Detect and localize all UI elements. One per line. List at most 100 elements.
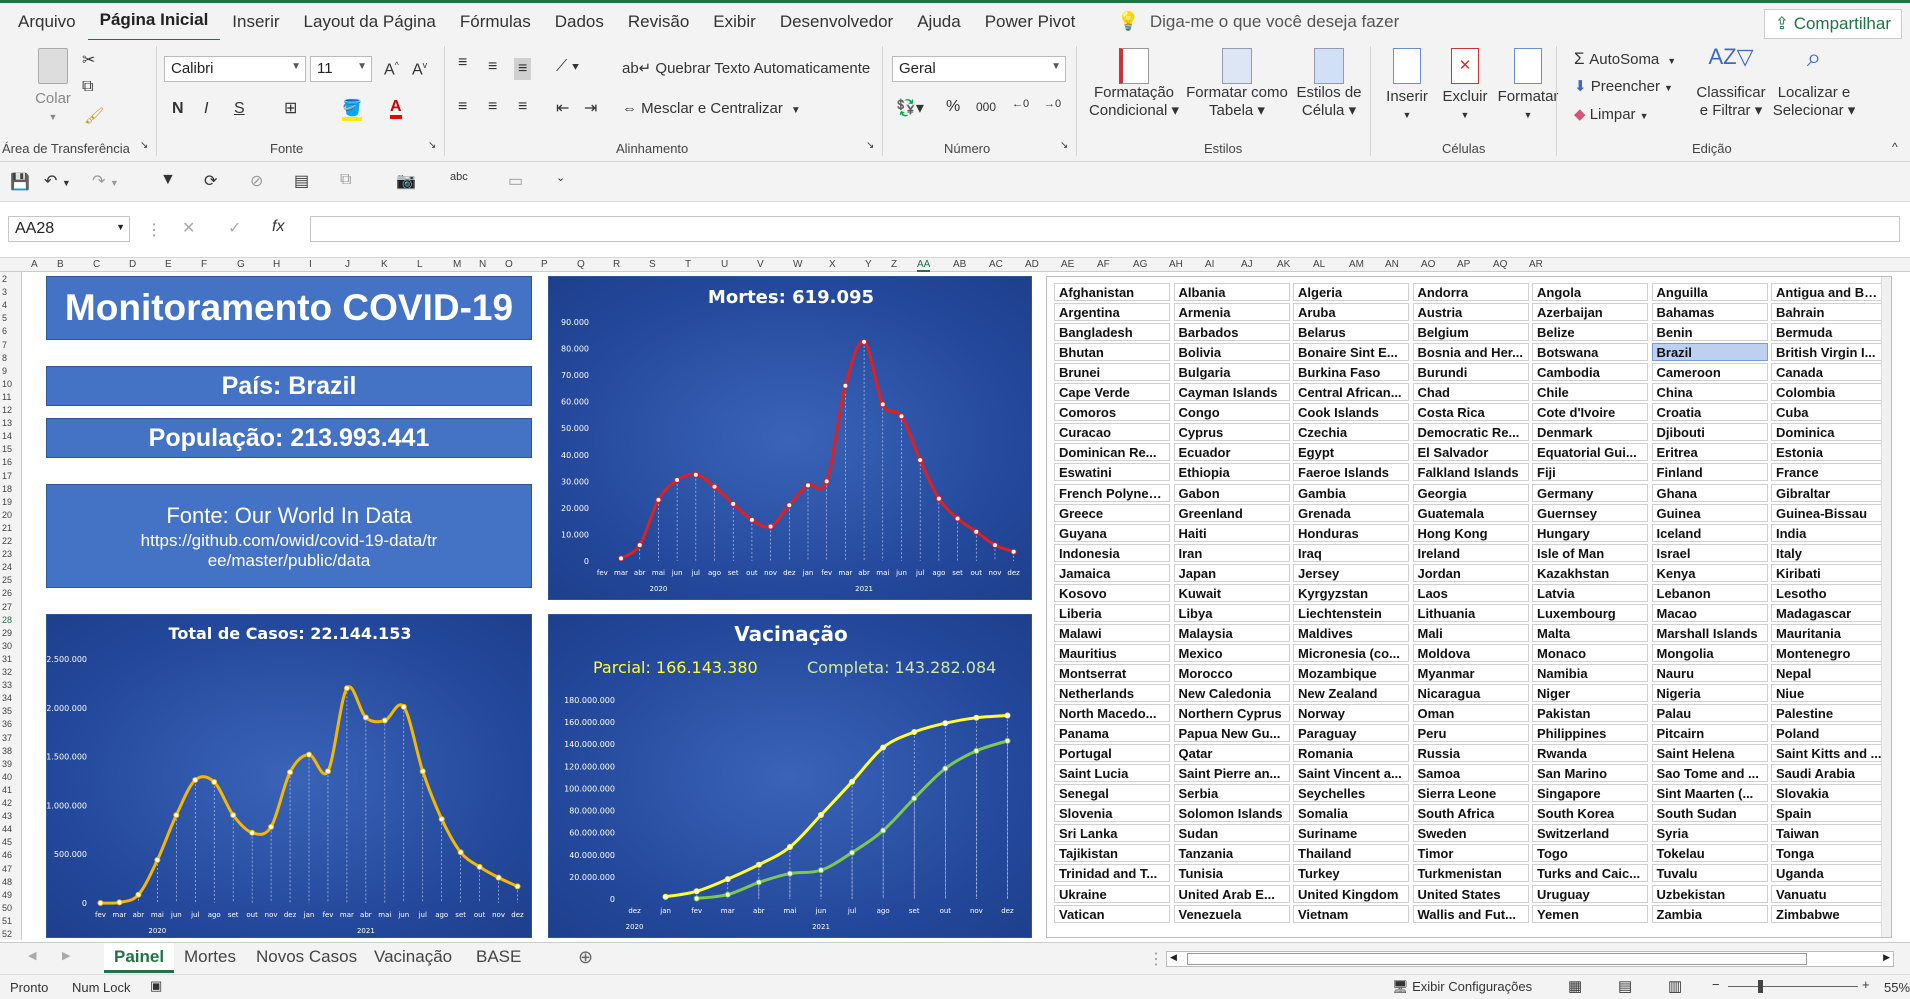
country-button[interactable]: Chad — [1412, 383, 1529, 402]
country-button[interactable]: Yemen — [1532, 904, 1648, 923]
borders-icon[interactable]: ⊞ — [284, 98, 297, 118]
country-button[interactable]: Saint Kitts and ... — [1771, 744, 1887, 763]
country-button[interactable]: United States — [1412, 884, 1529, 903]
row-header[interactable]: 19 — [2, 497, 12, 507]
country-button[interactable]: Switzerland — [1532, 824, 1648, 843]
row-header[interactable]: 21 — [2, 523, 12, 533]
country-button[interactable]: Bahamas — [1651, 303, 1768, 322]
country-button[interactable]: Philippines — [1532, 724, 1648, 743]
country-button[interactable]: Portugal — [1054, 744, 1170, 763]
country-button[interactable]: Iceland — [1651, 523, 1768, 542]
row-header[interactable]: 4 — [2, 300, 7, 310]
country-button[interactable]: Micronesia (co... — [1293, 643, 1409, 662]
sort-filter-button[interactable]: AZ▽ Classificar e Filtrar ▾ — [1696, 46, 1766, 120]
country-button[interactable]: Israel — [1651, 543, 1768, 562]
menu-item[interactable]: Inserir — [220, 2, 291, 42]
country-button[interactable]: Estonia — [1771, 443, 1887, 462]
column-header[interactable]: L — [417, 259, 423, 270]
country-button[interactable]: Belize — [1532, 323, 1648, 342]
row-header[interactable]: 6 — [2, 326, 7, 336]
column-header[interactable]: C — [93, 259, 100, 270]
country-button[interactable]: Panama — [1054, 724, 1170, 743]
country-button[interactable]: Tajikistan — [1054, 844, 1170, 863]
country-button[interactable]: Bulgaria — [1173, 363, 1290, 382]
country-button[interactable]: Seychelles — [1293, 784, 1409, 803]
column-header[interactable]: AG — [1133, 259, 1147, 270]
row-header[interactable]: 23 — [2, 549, 12, 559]
country-button[interactable]: Mauritania — [1771, 623, 1887, 642]
country-button[interactable]: Costa Rica — [1412, 403, 1529, 422]
dialog-launcher-icon[interactable]: ↘ — [428, 140, 436, 151]
country-button[interactable]: Jordan — [1412, 563, 1529, 582]
font-color-icon[interactable]: A — [390, 98, 402, 119]
zoom-slider-handle[interactable] — [1758, 980, 1763, 993]
dialog-launcher-icon[interactable]: ↘ — [1060, 140, 1068, 151]
country-button[interactable]: Mexico — [1173, 643, 1290, 662]
country-button[interactable]: Denmark — [1532, 423, 1648, 442]
row-header[interactable]: 22 — [2, 536, 12, 546]
country-button[interactable]: Liberia — [1054, 603, 1170, 622]
find-select-button[interactable]: ⌕ Localizar e Selecionar ▾ — [1770, 44, 1858, 120]
country-button[interactable]: Saint Lucia — [1054, 764, 1170, 783]
column-header[interactable]: B — [57, 259, 64, 270]
country-button[interactable]: Georgia — [1412, 483, 1529, 502]
country-button[interactable]: Hong Kong — [1412, 523, 1529, 542]
horizontal-scrollbar[interactable]: ◀ ▶ — [1166, 951, 1894, 967]
column-header[interactable]: X — [829, 259, 836, 270]
row-header[interactable]: 10 — [2, 379, 12, 389]
row-header[interactable]: 46 — [2, 850, 12, 860]
row-header[interactable]: 27 — [2, 602, 12, 612]
row-header[interactable]: 16 — [2, 457, 12, 467]
country-button[interactable]: Botswana — [1532, 343, 1648, 362]
row-header[interactable]: 40 — [2, 772, 12, 782]
country-button[interactable]: Samoa — [1412, 764, 1529, 783]
country-button[interactable]: Romania — [1293, 744, 1409, 763]
country-button[interactable]: Sri Lanka — [1054, 824, 1170, 843]
formula-input[interactable] — [310, 216, 1900, 242]
country-button[interactable]: Grenada — [1293, 503, 1409, 522]
column-header[interactable]: T — [685, 259, 691, 270]
country-button[interactable]: Namibia — [1532, 663, 1648, 682]
thousands-icon[interactable]: 000 — [976, 100, 996, 114]
country-button[interactable]: Iraq — [1293, 543, 1409, 562]
menu-item[interactable]: Revisão — [616, 2, 701, 42]
country-button[interactable]: Turks and Caic... — [1532, 864, 1648, 883]
country-button[interactable]: Tuvalu — [1651, 864, 1768, 883]
country-button[interactable]: Ethiopia — [1173, 463, 1290, 482]
column-header[interactable]: A — [31, 259, 38, 270]
merge-center-button[interactable]: ⇔ Mesclar e Centralizar ▼ — [622, 100, 801, 120]
country-button[interactable]: Sao Tome and ... — [1651, 764, 1768, 783]
country-button[interactable]: Kiribati — [1771, 563, 1887, 582]
normal-view-icon[interactable]: ▦ — [1568, 977, 1582, 995]
column-header[interactable]: J — [345, 259, 350, 270]
row-header[interactable]: 34 — [2, 693, 12, 703]
format-cells-button[interactable]: Formatar ▼ — [1496, 48, 1560, 124]
country-button[interactable]: Bhutan — [1054, 343, 1170, 362]
country-button[interactable]: Saint Helena — [1651, 744, 1768, 763]
country-button[interactable]: Serbia — [1173, 784, 1290, 803]
sheet-tab[interactable]: Painel — [104, 943, 175, 973]
country-button[interactable]: Jamaica — [1054, 563, 1170, 582]
country-button[interactable]: Macao — [1651, 603, 1768, 622]
country-button[interactable]: Czechia — [1293, 423, 1409, 442]
country-button[interactable]: Turkey — [1293, 864, 1409, 883]
increase-indent-icon[interactable]: ⇥ — [584, 98, 597, 118]
country-button[interactable]: Tokelau — [1651, 844, 1768, 863]
country-button[interactable]: Afghanistan — [1054, 283, 1170, 301]
country-button[interactable]: Spain — [1771, 804, 1887, 823]
row-header[interactable]: 14 — [2, 431, 12, 441]
zoom-slider[interactable] — [1728, 986, 1858, 987]
clear-filter-icon[interactable]: ⊘ — [250, 171, 263, 191]
row-header[interactable]: 8 — [2, 353, 7, 363]
row-header[interactable]: 29 — [2, 628, 12, 638]
country-button[interactable]: Zambia — [1651, 904, 1768, 923]
country-button[interactable]: Canada — [1771, 363, 1887, 382]
column-header[interactable]: U — [721, 259, 728, 270]
row-header[interactable]: 45 — [2, 837, 12, 847]
country-button[interactable]: Ireland — [1412, 543, 1529, 562]
country-button[interactable]: Syria — [1651, 824, 1768, 843]
country-button[interactable]: Vietnam — [1293, 904, 1409, 923]
underline-icon[interactable]: S — [234, 100, 245, 118]
country-button[interactable]: Tanzania — [1173, 844, 1290, 863]
prev-sheet-icon[interactable]: ◀ — [28, 949, 36, 962]
